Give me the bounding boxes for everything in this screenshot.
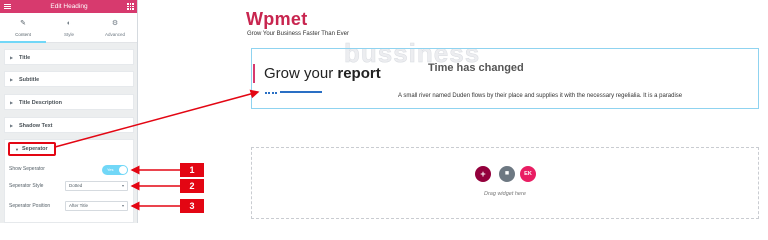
chevron-down-icon: ▾ [121,203,124,208]
section-shadow-text-label: Shadow Text [19,123,53,129]
chevron-down-icon: ▾ [121,183,124,188]
half-circle-icon: ◐ [66,20,72,27]
widgets-grid-icon[interactable] [127,3,134,10]
section-title-description-label: Title Description [19,100,62,106]
separator-position-value: After Title [69,203,89,208]
widget-drop-zone[interactable] [251,147,759,219]
toggle-text: Yes [107,167,114,172]
annotation-badge-1: 1 [180,163,204,177]
heading-shadow-text: Time has changed [428,62,524,74]
editor-panel: Edit Heading ✎ Content ◐ Style ⚙ Advance… [0,0,138,223]
site-tagline: Grow Your Business Faster Than Ever [247,31,349,37]
caret-right-icon: ▶ [10,100,14,105]
template-library-button[interactable]: ■ [499,166,515,182]
heading-title-bold: report [337,65,381,82]
toggle-knob [119,166,127,174]
section-shadow-text[interactable]: ▶ Shadow Text [4,117,134,133]
panel-header: Edit Heading [0,0,137,13]
separator-style-select[interactable]: Dotted ▾ [65,181,128,191]
drag-widget-text: Drag widget here [484,191,526,197]
separator-line [280,91,322,93]
tab-advanced-label: Advanced [104,32,125,37]
heading-title-normal: Grow your [264,65,334,82]
gear-icon: ⚙ [111,20,119,27]
screen: { "panel": { "title": "Edit Heading", "t… [0,0,768,223]
heading-description: A small river named Duden flows by their… [398,93,683,99]
caret-right-icon: ▶ [10,123,14,128]
tab-advanced[interactable]: ⚙ Advanced [92,13,137,43]
separator-position-select[interactable]: After Title ▾ [65,201,128,211]
separator-style-value: Dotted [69,183,83,188]
caret-right-icon: ▶ [10,77,14,82]
tab-content-label: Content [15,32,31,37]
separator-style-label: Seperator Style [9,183,44,189]
panel-title: Edit Heading [50,3,88,10]
separator-section-header[interactable]: ▼ Seperator [8,142,56,156]
elementskit-button[interactable]: EK [520,166,536,182]
pencil-icon: ✎ [20,20,26,27]
section-subtitle[interactable]: ▶ Subtitle [4,71,134,87]
show-separator-label: Show Seperator [9,166,45,172]
elementskit-logo-icon: EK [524,171,532,177]
panel-tabs: ✎ Content ◐ Style ⚙ Advanced [0,13,137,43]
separator-section-label: Seperator [22,146,48,152]
caret-right-icon: ▶ [10,55,14,60]
annotation-badge-2: 2 [180,179,204,193]
section-title-description[interactable]: ▶ Title Description [4,94,134,110]
section-subtitle-label: Subtitle [19,77,40,83]
show-separator-toggle[interactable]: Yes [102,165,128,175]
tab-content[interactable]: ✎ Content [0,13,46,43]
section-title-label: Title [19,55,31,61]
annotation-badge-3: 3 [180,199,204,213]
folder-icon: ■ [504,170,510,177]
heading-accent-bar [253,64,255,83]
add-section-button[interactable]: + [475,166,491,182]
caret-down-icon: ▼ [15,147,19,152]
separator-dotted [265,92,277,94]
section-title[interactable]: ▶ Title [4,49,134,65]
tab-style[interactable]: ◐ Style [46,13,92,43]
tab-style-label: Style [63,32,74,37]
site-brand[interactable]: Wpmet [246,9,308,30]
heading-title: Grow your report [264,65,381,82]
separator-position-label: Seperator Position [9,203,51,209]
